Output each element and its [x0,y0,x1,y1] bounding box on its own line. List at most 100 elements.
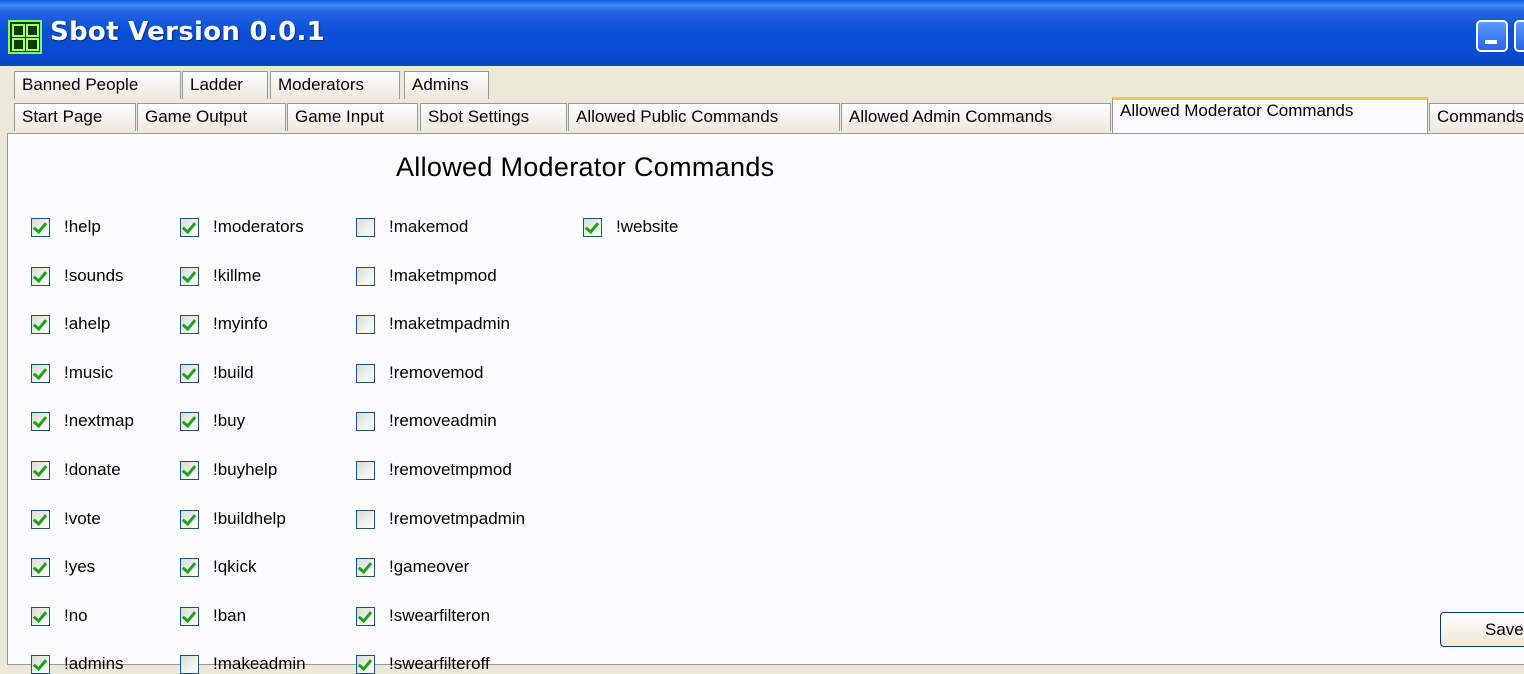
checkbox-box[interactable] [180,315,199,334]
checkbox-buyhelp[interactable]: !buyhelp [180,459,380,483]
checkbox-label: !myinfo [213,314,268,333]
checkbox-maketmpadmin[interactable]: !maketmpadmin [356,313,556,337]
checkbox-gameover[interactable]: !gameover [356,556,556,580]
checkbox-box[interactable] [31,607,50,626]
checkbox-box[interactable] [180,558,199,577]
checkmark-icon [181,218,197,235]
checkbox-box[interactable] [356,364,375,383]
checkbox-box[interactable] [356,267,375,286]
checkbox-box[interactable] [180,607,199,626]
title-bar[interactable]: Sbot Version 0.0.1 [0,0,1524,66]
tab-commands[interactable]: Commands [1429,103,1524,131]
checkbox-myinfo[interactable]: !myinfo [180,313,380,337]
checkbox-box[interactable] [180,267,199,286]
checkmark-icon [181,364,197,381]
checkbox-label: !ban [213,606,247,625]
tab-allowed-public-commands[interactable]: Allowed Public Commands [568,103,840,131]
checkbox-box[interactable] [180,364,199,383]
checkbox-label: !makeadmin [213,654,306,673]
checkbox-removetmpadmin[interactable]: !removetmpadmin [356,508,556,532]
checkbox-makemod[interactable]: !makemod [356,216,556,240]
checkbox-box[interactable] [356,315,375,334]
tab-admins[interactable]: Admins [404,71,489,99]
checkbox-removetmpmod[interactable]: !removetmpmod [356,459,556,483]
checkbox-box[interactable] [31,267,50,286]
tab-game-output[interactable]: Game Output [137,103,286,131]
checkbox-swearfilteron[interactable]: !swearfilteron [356,605,556,629]
window-title: Sbot Version 0.0.1 [50,17,326,47]
checkmark-icon [32,218,48,235]
checkmark-icon [32,655,48,672]
checkbox-label: !sounds [64,266,124,285]
checkbox-label: !donate [64,460,121,479]
tab-allowed-moderator-commands[interactable]: Allowed Moderator Commands [1112,97,1428,133]
tab-sbot-settings[interactable]: Sbot Settings [420,103,567,131]
checkbox-maketmpmod[interactable]: !maketmpmod [356,265,556,289]
checkbox-label: !admins [64,654,124,673]
checkbox-box[interactable] [180,218,199,237]
checkbox-box[interactable] [180,461,199,480]
checkbox-label: !maketmpmod [389,266,497,285]
checkbox-box[interactable] [31,218,50,237]
tab-banned-people[interactable]: Banned People [14,71,181,99]
checkbox-label: !moderators [213,217,304,236]
checkmark-icon [181,558,197,575]
save-button[interactable]: Save [1440,612,1524,647]
checkbox-box[interactable] [31,461,50,480]
checkbox-buy[interactable]: !buy [180,410,380,434]
checkbox-box[interactable] [31,655,50,674]
checkbox-box[interactable] [356,461,375,480]
checkbox-label: !help [64,217,101,236]
checkbox-box[interactable] [356,510,375,529]
checkbox-label: !makemod [389,217,469,236]
checkbox-box[interactable] [356,412,375,431]
checkbox-makeadmin[interactable]: !makeadmin [180,653,380,674]
checkbox-box[interactable] [31,558,50,577]
checkbox-label: !removeadmin [389,411,497,430]
tab-ladder[interactable]: Ladder [182,71,268,99]
checkbox-qkick[interactable]: !qkick [180,556,380,580]
checkbox-label: !buildhelp [213,509,286,528]
tab-allowed-admin-commands[interactable]: Allowed Admin Commands [841,103,1111,131]
checkmark-icon [181,412,197,429]
checkbox-build[interactable]: !build [180,362,380,386]
checkbox-buildhelp[interactable]: !buildhelp [180,508,380,532]
checkbox-box[interactable] [31,315,50,334]
minimize-icon [1485,40,1497,44]
tab-game-input[interactable]: Game Input [287,103,418,131]
checkbox-label: !removemod [389,363,484,382]
checkbox-box[interactable] [180,412,199,431]
checkbox-label: !yes [64,557,96,576]
tab-start-page[interactable]: Start Page [14,103,136,131]
checkbox-label: !nextmap [64,411,134,430]
checkbox-website[interactable]: !website [583,216,783,240]
tab-moderators[interactable]: Moderators [270,71,400,99]
checkbox-box[interactable] [31,510,50,529]
maximize-button[interactable] [1514,20,1524,52]
checkmark-icon [32,607,48,624]
checkbox-box[interactable] [356,655,375,674]
checkbox-moderators[interactable]: !moderators [180,216,380,240]
checkbox-swearfilteroff[interactable]: !swearfilteroff [356,653,556,674]
app-window: Sbot Version 0.0.1 Banned People Ladder Mo… [0,0,1524,674]
checkbox-box[interactable] [31,364,50,383]
checkbox-removeadmin[interactable]: !removeadmin [356,410,556,434]
checkbox-label: !build [213,363,254,382]
minimize-button[interactable] [1476,20,1508,52]
checkbox-box[interactable] [356,558,375,577]
checkbox-box[interactable] [180,510,199,529]
checkbox-box[interactable] [583,218,602,237]
checkmark-icon [181,267,197,284]
checkbox-box[interactable] [180,655,199,674]
checkbox-box[interactable] [356,607,375,626]
checkbox-removemod[interactable]: !removemod [356,362,556,386]
checkmark-icon [181,315,197,332]
checkbox-killme[interactable]: !killme [180,265,380,289]
checkbox-label: !gameover [389,557,470,576]
checkbox-ban[interactable]: !ban [180,605,380,629]
panel-heading: Allowed Moderator Commands [396,152,775,182]
checkbox-box[interactable] [31,412,50,431]
tab-panel [7,133,1524,665]
checkbox-box[interactable] [356,218,375,237]
checkbox-label: !vote [64,509,101,528]
